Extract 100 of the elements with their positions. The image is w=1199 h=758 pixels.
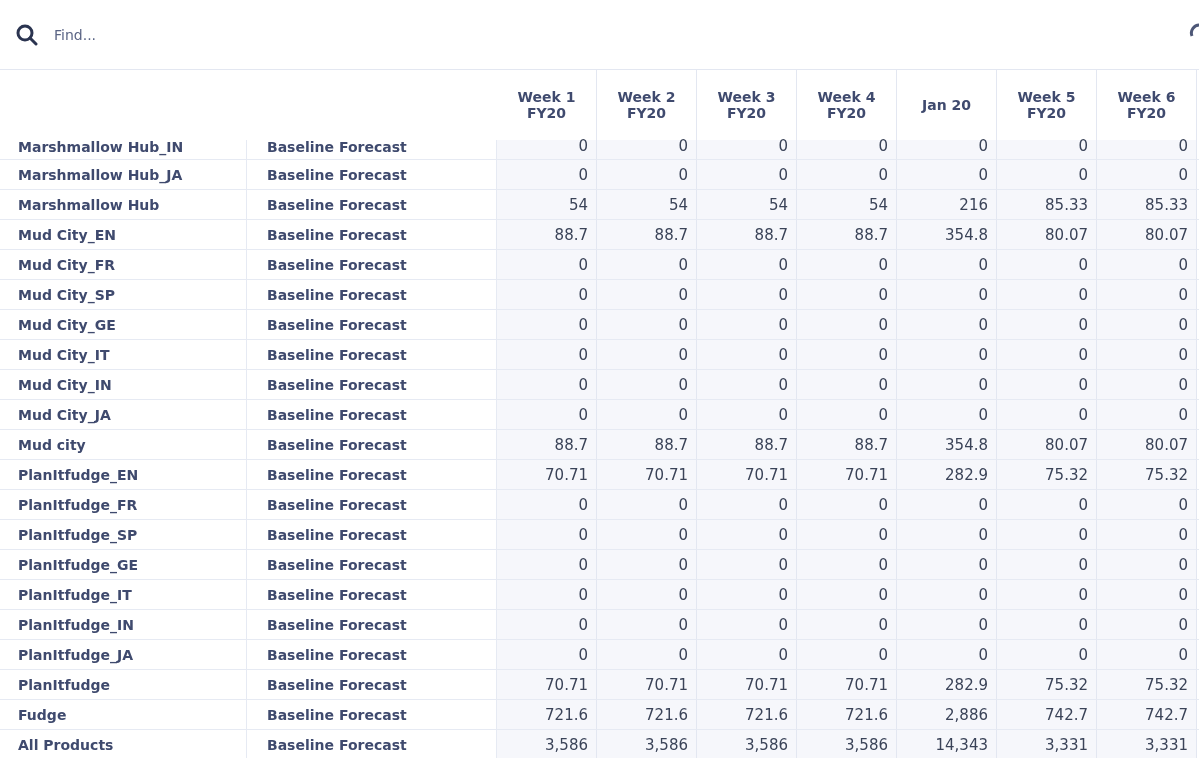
table-cell: 0 bbox=[497, 140, 597, 160]
table-cell: 0 bbox=[497, 340, 597, 370]
table-cell: 0 bbox=[797, 160, 897, 190]
measure-label: Baseline Forecast bbox=[247, 460, 497, 490]
measure-label: Baseline Forecast bbox=[247, 220, 497, 250]
table-cell: 54 bbox=[497, 190, 597, 220]
table-cell: 70.71 bbox=[797, 460, 897, 490]
table-cell: 0 bbox=[797, 550, 897, 580]
table-cell: 70.71 bbox=[597, 670, 697, 700]
table-cell: 0 bbox=[1097, 160, 1197, 190]
table-cell: 3,586 bbox=[797, 730, 897, 758]
table-cell: 0 bbox=[597, 490, 697, 520]
row-label: Mud City_SP bbox=[0, 280, 247, 310]
table-cell: 0 bbox=[897, 640, 997, 670]
table-cell: 0 bbox=[1097, 370, 1197, 400]
row-label: Mud City_FR bbox=[0, 250, 247, 280]
table-cell: 0 bbox=[797, 610, 897, 640]
table-cell: 54 bbox=[697, 190, 797, 220]
table-cell: 0 bbox=[897, 140, 997, 160]
table-cell: 0 bbox=[997, 550, 1097, 580]
table-cell: 216 bbox=[897, 190, 997, 220]
row-label: PlanItfudge_IN bbox=[0, 610, 247, 640]
table-cell: 0 bbox=[1097, 640, 1197, 670]
table-cell: 0 bbox=[1097, 140, 1197, 160]
table-cell: 75.32 bbox=[997, 670, 1097, 700]
table-cell: 0 bbox=[997, 490, 1097, 520]
table-cell: 54 bbox=[597, 190, 697, 220]
table-cell: 0 bbox=[997, 520, 1097, 550]
table-cell: 0 bbox=[797, 310, 897, 340]
row-label: PlanItfudge_SP bbox=[0, 520, 247, 550]
table-cell: 85.33 bbox=[1097, 190, 1197, 220]
table-cell: 0 bbox=[797, 370, 897, 400]
row-label: PlanItfudge_JA bbox=[0, 640, 247, 670]
table-cell: 80.07 bbox=[997, 430, 1097, 460]
table-cell: 0 bbox=[597, 520, 697, 550]
table-cell: 0 bbox=[697, 610, 797, 640]
table-cell: 0 bbox=[497, 160, 597, 190]
table-cell: 70.71 bbox=[697, 670, 797, 700]
table-cell: 75.32 bbox=[1097, 460, 1197, 490]
row-label: Marshmallow Hub bbox=[0, 190, 247, 220]
table-cell: 75.32 bbox=[1097, 670, 1197, 700]
measure-label: Baseline Forecast bbox=[247, 370, 497, 400]
table-cell: 75.32 bbox=[997, 460, 1097, 490]
table-cell: 0 bbox=[497, 580, 597, 610]
row-label: Mud City_GE bbox=[0, 310, 247, 340]
table-cell: 88.7 bbox=[697, 220, 797, 250]
measure-label: Baseline Forecast bbox=[247, 670, 497, 700]
table-cell: 0 bbox=[1097, 550, 1197, 580]
table-cell: 0 bbox=[497, 520, 597, 550]
measure-label: Baseline Forecast bbox=[247, 490, 497, 520]
table-cell: 0 bbox=[897, 490, 997, 520]
table-cell: 0 bbox=[697, 520, 797, 550]
table-cell: 0 bbox=[897, 580, 997, 610]
table-cell: 0 bbox=[1097, 340, 1197, 370]
measure-label: Baseline Forecast bbox=[247, 610, 497, 640]
row-label: Mud City_JA bbox=[0, 400, 247, 430]
search-icon bbox=[16, 23, 38, 46]
table-cell: 0 bbox=[997, 640, 1097, 670]
table-cell: 0 bbox=[897, 370, 997, 400]
table-cell: 0 bbox=[697, 490, 797, 520]
measure-label: Baseline Forecast bbox=[247, 190, 497, 220]
measure-label: Baseline Forecast bbox=[247, 550, 497, 580]
row-label: Mud city bbox=[0, 430, 247, 460]
table-cell: 0 bbox=[797, 340, 897, 370]
measure-label: Baseline Forecast bbox=[247, 310, 497, 340]
table-cell: 0 bbox=[597, 340, 697, 370]
table-cell: 0 bbox=[597, 140, 697, 160]
table-cell: 0 bbox=[697, 140, 797, 160]
measure-label: Baseline Forecast bbox=[247, 700, 497, 730]
table-cell: 0 bbox=[697, 400, 797, 430]
table-cell: 54 bbox=[797, 190, 897, 220]
table-cell: 721.6 bbox=[497, 700, 597, 730]
table-cell: 0 bbox=[597, 160, 697, 190]
table-cell: 70.71 bbox=[497, 670, 597, 700]
table-cell: 0 bbox=[497, 550, 597, 580]
measure-label: Baseline Forecast bbox=[247, 640, 497, 670]
table-cell: 0 bbox=[997, 580, 1097, 610]
table-cell: 3,586 bbox=[497, 730, 597, 758]
measure-label: Baseline Forecast bbox=[247, 430, 497, 460]
table-cell: 88.7 bbox=[597, 430, 697, 460]
table-cell: 88.7 bbox=[497, 430, 597, 460]
table-cell: 0 bbox=[597, 400, 697, 430]
table-cell: 0 bbox=[497, 490, 597, 520]
table-cell: 0 bbox=[597, 550, 697, 580]
table-cell: 721.6 bbox=[597, 700, 697, 730]
table-cell: 0 bbox=[997, 160, 1097, 190]
table-cell: 0 bbox=[1097, 490, 1197, 520]
row-label: Marshmallow Hub_IN bbox=[0, 140, 247, 160]
row-label: PlanItfudge_EN bbox=[0, 460, 247, 490]
table-cell: 88.7 bbox=[697, 430, 797, 460]
table-cell: 80.07 bbox=[997, 220, 1097, 250]
table-cell: 0 bbox=[997, 400, 1097, 430]
row-label: PlanItfudge bbox=[0, 670, 247, 700]
search-field[interactable]: Find... bbox=[52, 25, 456, 44]
table-cell: 88.7 bbox=[797, 430, 897, 460]
table-cell: 0 bbox=[597, 280, 697, 310]
measure-label: Baseline Forecast bbox=[247, 250, 497, 280]
table-cell: 0 bbox=[697, 160, 797, 190]
table-cell: 70.71 bbox=[697, 460, 797, 490]
row-label: Mud City_EN bbox=[0, 220, 247, 250]
